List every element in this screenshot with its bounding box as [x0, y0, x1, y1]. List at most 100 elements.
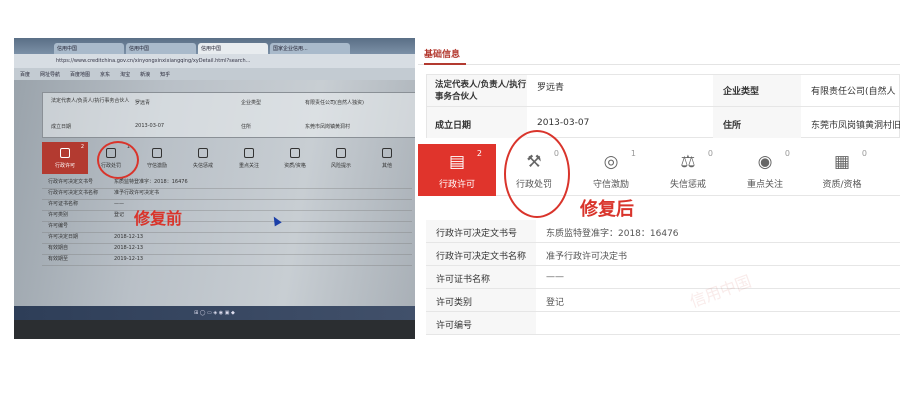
tab-label: 其他 — [381, 163, 392, 169]
detail-rows: 行政许可决定文书号 东质监特登准字：2018：16476 行政许可决定文书名称 准予行… — [42, 178, 412, 266]
tab-icon — [244, 148, 254, 158]
row-key: 许可决定日期 — [48, 234, 79, 240]
bookmarks-bar[interactable]: 百度 网址导航 百度地图 京东 淘宝 新浪 知乎 — [14, 68, 415, 80]
info-table: 法定代表人/负责人/执行事务合伙人 罗远青 企业类型 有限责任公司(自然人独资)… — [42, 92, 415, 138]
row-key: 行政许可决定文书名称 — [426, 243, 536, 265]
tab-label: 重点关注 — [238, 163, 259, 169]
row-key: 许可编号 — [426, 312, 536, 334]
tab-4[interactable]: 重点关注 — [226, 142, 272, 174]
tab-icon: ▦ — [833, 152, 851, 172]
bookmark-item[interactable]: 新浪 — [140, 72, 150, 78]
tab-count: 2 — [476, 149, 482, 158]
table-row: 行政许可决定文书号 东质监特登准字：2018：16476 — [426, 220, 900, 243]
date-label: 成立日期 — [435, 121, 472, 131]
addr-label: 住所 — [723, 121, 742, 131]
tab-0[interactable]: ▤ 行政许可 2 — [418, 144, 496, 196]
tab-icon: ⚖ — [680, 152, 696, 172]
type-value: 有限责任公司(自然人 — [811, 87, 896, 97]
tab-6[interactable]: 风险提示 — [318, 142, 364, 174]
table-row: 行政许可决定文书名称 准予行政许可决定书 — [426, 243, 900, 266]
row-divider — [427, 106, 900, 107]
table-row: 有效期自 2018-12-13 — [42, 244, 412, 255]
tab-icon: ◉ — [757, 152, 773, 172]
tab-3[interactable]: ⚖ 失信惩戒 0 — [649, 144, 727, 196]
tab-label: 守信激励 — [592, 180, 629, 190]
tab-2[interactable]: 守信激励 — [134, 142, 180, 174]
tab-label: 资质/资格 — [822, 180, 862, 190]
date-value: 2013-03-07 — [135, 123, 165, 129]
type-value: 有限责任公司(自然人独资) — [305, 100, 364, 106]
row-key: 行政许可决定文书号 — [48, 179, 94, 185]
bookmark-item[interactable]: 百度 — [20, 72, 30, 78]
row-key: 有效期至 — [48, 256, 69, 262]
bookmark-item[interactable]: 网址导航 — [40, 72, 60, 78]
addr-label: 住所 — [241, 124, 252, 130]
browser-tab-active[interactable]: 信用中国 — [198, 43, 268, 54]
row-key: 许可类别 — [48, 212, 69, 218]
browser-tab-strip: 信用中国 信用中国 信用中国 国家企业信用... — [14, 40, 415, 54]
bookmark-item[interactable]: 百度地图 — [70, 72, 90, 78]
tab-7[interactable]: 其他 — [364, 142, 410, 174]
monitor-bezel — [14, 320, 415, 339]
tab-count: 1 — [630, 149, 636, 158]
rep-value: 罗远青 — [135, 100, 151, 106]
tab-label: 行政许可 — [54, 163, 75, 169]
bookmark-item[interactable]: 京东 — [100, 72, 110, 78]
tab-label: 风险提示 — [330, 163, 351, 169]
tab-count: 0 — [707, 149, 713, 158]
address-bar[interactable]: https://www.creditchina.gov.cn/xinyongxi… — [14, 54, 415, 68]
row-value: 2018-12-13 — [114, 234, 144, 240]
detail-table: 行政许可决定文书号 东质监特登准字：2018：16476 行政许可决定文书名称 准予行… — [426, 220, 900, 335]
tab-2[interactable]: ◎ 守信激励 1 — [572, 144, 650, 196]
tab-5[interactable]: 资质/资格 — [272, 142, 318, 174]
windows-taskbar[interactable]: ⊞ ◯ ▭ ◈ ◉ ▣ ◆ — [14, 306, 415, 320]
date-label: 成立日期 — [51, 124, 72, 130]
row-key: 行政许可决定文书名称 — [48, 190, 99, 196]
row-value: 准予行政许可决定书 — [546, 252, 628, 262]
table-row: 许可类别 登记 — [426, 289, 900, 312]
divider — [418, 64, 900, 65]
rep-label: 法定代表人/负责人/执行事务合伙人 — [51, 98, 130, 104]
table-row: 行政许可决定文书名称 准予行政许可决定书 — [42, 189, 412, 200]
tab-4[interactable]: ◉ 重点关注 0 — [726, 144, 804, 196]
tab-6[interactable]: ⚠风险提 — [880, 144, 900, 196]
browser-tab[interactable]: 信用中国 — [126, 43, 196, 54]
date-value: 2013-03-07 — [537, 118, 590, 128]
tab-3[interactable]: 失信惩戒 — [180, 142, 226, 174]
type-label: 企业类型 — [723, 87, 760, 97]
info-table: 法定代表人/负责人/执行事务合伙人 罗远青 企业类型 有限责任公司(自然人 成立… — [426, 74, 900, 138]
addr-value: 东莞市凤岗镇黄洞村旧 — [811, 121, 900, 131]
after-fix-screenshot: 基础信息 法定代表人/负责人/执行事务合伙人 罗远青 企业类型 有限责任公司(自… — [418, 38, 900, 340]
rep-label: 法定代表人/负责人/执行事务合伙人 — [435, 80, 527, 102]
tab-icon: ▤ — [448, 152, 466, 172]
table-row: 许可决定日期 2018-12-13 — [42, 233, 412, 244]
tab-icon: ◎ — [603, 152, 619, 172]
bookmark-item[interactable]: 知乎 — [160, 72, 170, 78]
row-value: 准予行政许可决定书 — [114, 190, 160, 196]
tab-count: 0 — [784, 149, 790, 158]
row-key: 有效期自 — [48, 245, 69, 251]
table-row: 许可类别 登记 — [42, 211, 412, 222]
browser-tab[interactable]: 信用中国 — [54, 43, 124, 54]
rep-value: 罗远青 — [537, 83, 565, 93]
annotation-circle — [504, 130, 570, 218]
row-value: 2019-12-13 — [114, 256, 144, 262]
tab-label: 风险提 — [880, 177, 900, 190]
browser-tab[interactable]: 国家企业信用... — [270, 43, 350, 54]
after-caption: 修复后 — [580, 199, 634, 220]
row-key: 行政许可决定文书号 — [426, 220, 536, 242]
row-key: 许可证书名称 — [48, 201, 79, 207]
tab-icon — [290, 148, 300, 158]
bookmark-item[interactable]: 淘宝 — [120, 72, 130, 78]
before-fix-photo: 信用中国 信用中国 信用中国 国家企业信用... https://www.cre… — [14, 38, 415, 339]
row-key: 许可编号 — [48, 223, 69, 229]
addr-value: 东莞市凤岗镇黄洞村 — [305, 124, 351, 130]
tab-count: 2 — [80, 144, 84, 150]
row-value: 东质监特登准字：2018：16476 — [114, 179, 188, 185]
table-row: 有效期至 2019-12-13 — [42, 255, 412, 266]
table-row: 许可证书名称 —— — [426, 266, 900, 289]
table-row: 许可编号 — [42, 222, 412, 233]
tab-5[interactable]: ▦ 资质/资格 0 — [803, 144, 881, 196]
tab-0[interactable]: 行政许可 2 — [42, 142, 88, 174]
annotation-circle — [97, 141, 139, 179]
